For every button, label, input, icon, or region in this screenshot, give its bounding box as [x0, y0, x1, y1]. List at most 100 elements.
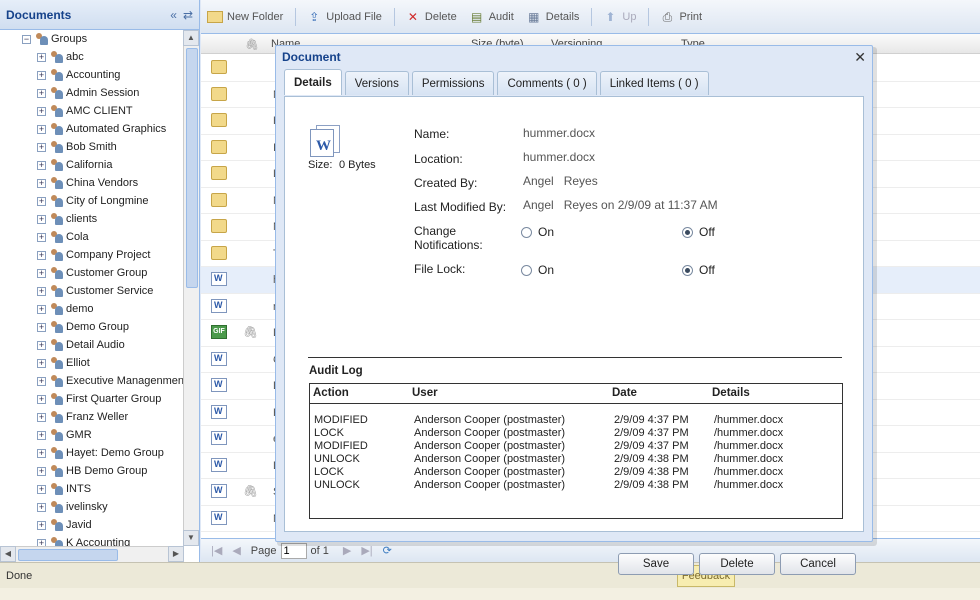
- toolbar-separator: [648, 7, 650, 26]
- expand-icon[interactable]: +: [37, 304, 46, 314]
- details-button[interactable]: ▦ Details: [526, 9, 579, 25]
- scroll-thumb[interactable]: [18, 549, 118, 561]
- file-lock-off-radio[interactable]: [682, 265, 693, 276]
- scroll-right-icon[interactable]: ▶: [168, 546, 184, 562]
- expand-icon[interactable]: +: [37, 124, 46, 134]
- expand-icon[interactable]: +: [37, 88, 46, 98]
- close-icon[interactable]: ✕: [854, 49, 866, 66]
- expand-icon[interactable]: +: [37, 268, 46, 278]
- tree-item[interactable]: + China Vendors: [0, 174, 184, 192]
- tree-item[interactable]: + abc: [0, 48, 184, 66]
- tree-item[interactable]: + Company Project: [0, 246, 184, 264]
- scroll-down-icon[interactable]: ▼: [183, 530, 199, 546]
- tree-item[interactable]: + California: [0, 156, 184, 174]
- tree-item[interactable]: + Hayet: Demo Group: [0, 444, 184, 462]
- tab-comments[interactable]: Comments ( 0 ): [497, 71, 597, 95]
- group-icon: [50, 194, 64, 208]
- cancel-button[interactable]: Cancel: [780, 553, 856, 575]
- tree-item[interactable]: + clients: [0, 210, 184, 228]
- expand-icon[interactable]: +: [37, 412, 46, 422]
- scroll-up-icon[interactable]: ▲: [183, 30, 199, 46]
- audit-button[interactable]: ▤ Audit: [469, 9, 514, 25]
- delete-button[interactable]: ✕ Delete: [405, 9, 457, 25]
- expand-icon[interactable]: +: [37, 520, 46, 530]
- expand-icon[interactable]: +: [37, 178, 46, 188]
- tab-versions[interactable]: Versions: [344, 71, 409, 95]
- tree-item[interactable]: + demo: [0, 300, 184, 318]
- tree-item[interactable]: + Javid: [0, 516, 184, 534]
- previous-page-icon[interactable]: ◀: [232, 544, 240, 557]
- tree-item[interactable]: + HB Demo Group: [0, 462, 184, 480]
- tree-item[interactable]: + ivelinsky: [0, 498, 184, 516]
- expand-icon[interactable]: +: [37, 394, 46, 404]
- tab-permissions[interactable]: Permissions: [411, 71, 495, 95]
- scroll-thumb[interactable]: [186, 48, 198, 288]
- expand-icon[interactable]: +: [37, 142, 46, 152]
- expand-icon[interactable]: +: [37, 430, 46, 440]
- tree-item[interactable]: + Customer Service: [0, 282, 184, 300]
- new-folder-button[interactable]: New Folder: [207, 10, 283, 23]
- collapse-panel-icon[interactable]: «: [170, 8, 177, 22]
- expand-icon[interactable]: +: [37, 160, 46, 170]
- file-lock-on-radio[interactable]: [521, 265, 532, 276]
- tree-item[interactable]: + City of Longmine: [0, 192, 184, 210]
- word-file-icon: [211, 431, 227, 445]
- notifications-off-radio[interactable]: [682, 227, 693, 238]
- tree-item[interactable]: + Executive Managenment: [0, 372, 184, 390]
- expand-icon[interactable]: +: [37, 286, 46, 296]
- collapse-icon[interactable]: −: [22, 34, 31, 44]
- tab-details[interactable]: Details: [284, 69, 342, 95]
- tree-item[interactable]: + Detail Audio: [0, 336, 184, 354]
- tree-item[interactable]: + AMC CLIENT: [0, 102, 184, 120]
- tree-item[interactable]: + Accounting: [0, 66, 184, 84]
- tree-item[interactable]: + Cola: [0, 228, 184, 246]
- expand-icon[interactable]: +: [37, 358, 46, 368]
- tree-item[interactable]: + Bob Smith: [0, 138, 184, 156]
- attachment-column-icon[interactable]: 🖇: [245, 38, 259, 51]
- tree-item[interactable]: + Demo Group: [0, 318, 184, 336]
- up-button[interactable]: ⬆ Up: [602, 9, 636, 25]
- expand-icon[interactable]: +: [37, 70, 46, 80]
- tree-item[interactable]: + Franz Weller: [0, 408, 184, 426]
- tree-vertical-scrollbar[interactable]: ▲ ▼: [183, 30, 199, 546]
- notifications-on-radio[interactable]: [521, 227, 532, 238]
- tree-root-groups[interactable]: − Groups: [0, 30, 184, 48]
- print-button[interactable]: ⎙ Print: [659, 9, 702, 25]
- tree-item[interactable]: + INTS: [0, 480, 184, 498]
- tree-item[interactable]: + K Accounting: [0, 534, 184, 546]
- expand-icon[interactable]: +: [37, 52, 46, 62]
- expand-icon[interactable]: +: [37, 502, 46, 512]
- tree-item[interactable]: + Customer Group: [0, 264, 184, 282]
- tree-item[interactable]: + Elliot: [0, 354, 184, 372]
- refresh-tree-icon[interactable]: ⇄: [183, 8, 193, 22]
- expand-icon[interactable]: +: [37, 196, 46, 206]
- expand-icon[interactable]: +: [37, 232, 46, 242]
- expand-icon[interactable]: +: [37, 466, 46, 476]
- tree-horizontal-scrollbar[interactable]: ◀ ▶: [0, 546, 184, 562]
- expand-icon[interactable]: +: [37, 322, 46, 332]
- tree-item[interactable]: + Automated Graphics: [0, 120, 184, 138]
- upload-icon: ⇪: [309, 9, 320, 24]
- expand-icon[interactable]: +: [37, 484, 46, 494]
- expand-icon[interactable]: +: [37, 448, 46, 458]
- expand-icon[interactable]: +: [37, 538, 46, 546]
- scroll-left-icon[interactable]: ◀: [0, 546, 16, 562]
- tab-linked-items[interactable]: Linked Items ( 0 ): [599, 71, 709, 95]
- dialog-title-bar[interactable]: Document ✕: [276, 46, 872, 68]
- expand-icon[interactable]: +: [37, 250, 46, 260]
- tree-item[interactable]: + Admin Session: [0, 84, 184, 102]
- delete-document-button[interactable]: Delete: [699, 553, 775, 575]
- expand-icon[interactable]: +: [37, 214, 46, 224]
- audit-date: 2/9/09 4:38 PM: [614, 479, 689, 491]
- tree-item[interactable]: + First Quarter Group: [0, 390, 184, 408]
- group-icon: [50, 176, 64, 190]
- first-page-icon[interactable]: |◀: [211, 544, 222, 557]
- expand-icon[interactable]: +: [37, 376, 46, 386]
- tree-item[interactable]: + GMR: [0, 426, 184, 444]
- audit-row: LOCK Anderson Cooper (postmaster) 2/9/09 4…: [310, 427, 842, 440]
- expand-icon[interactable]: +: [37, 340, 46, 350]
- expand-icon[interactable]: +: [37, 106, 46, 116]
- save-button[interactable]: Save: [618, 553, 694, 575]
- word-file-icon: [211, 484, 227, 498]
- upload-file-button[interactable]: ⇪ Upload File: [306, 9, 382, 25]
